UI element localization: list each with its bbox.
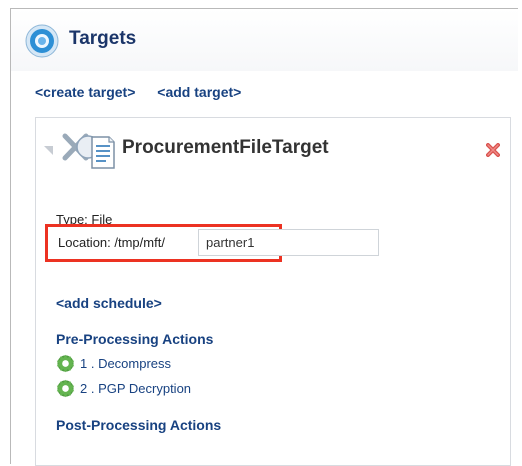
delete-icon[interactable] — [486, 143, 500, 157]
page-title: Targets — [69, 28, 137, 49]
collapse-arrow-icon[interactable] — [44, 146, 53, 155]
target-panel: ProcurementFileTarget Type: File Locatio… — [35, 117, 511, 466]
gear-icon — [56, 354, 75, 372]
pre-processing-action-1[interactable]: 1 . Decompress — [56, 353, 171, 373]
action-label: 2 . PGP Decryption — [80, 380, 192, 396]
post-processing-title: Post-Processing Actions — [56, 417, 222, 433]
location-label: Location: /tmp/mft/ — [58, 235, 165, 250]
action-label: 1 . Decompress — [80, 355, 172, 371]
target-name: ProcurementFileTarget — [122, 137, 329, 158]
gear-icon — [56, 379, 75, 397]
target-icon — [25, 24, 59, 58]
file-target-icon — [62, 133, 115, 169]
create-target-link[interactable]: <create target> — [35, 84, 135, 100]
pre-processing-action-2[interactable]: 2 . PGP Decryption — [56, 378, 191, 398]
add-target-link[interactable]: <add target> — [157, 84, 241, 100]
location-input[interactable] — [198, 229, 379, 256]
pre-processing-title: Pre-Processing Actions — [56, 331, 214, 347]
target-actions: <create target> <add target> — [35, 84, 241, 100]
add-schedule-link[interactable]: <add schedule> — [56, 295, 162, 311]
page-header: Targets — [11, 9, 518, 71]
targets-page: Targets <create target> <add target> Pro… — [10, 8, 518, 466]
